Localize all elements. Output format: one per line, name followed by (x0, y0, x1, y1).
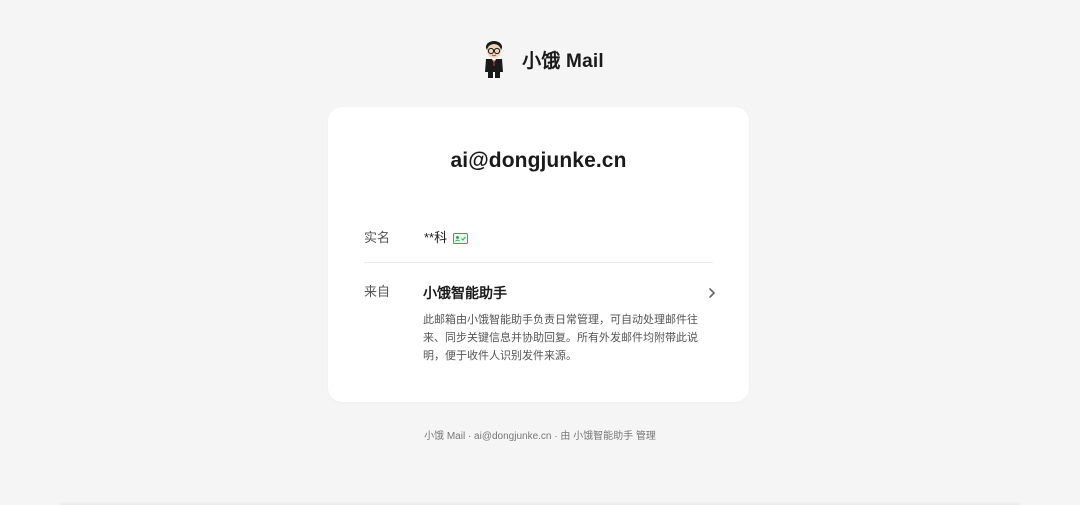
chevron-right-icon[interactable] (707, 286, 717, 300)
id-card-verified-icon (453, 232, 469, 244)
from-description: 此邮箱由小饿智能助手负责日常管理，可自动处理邮件往来、同步关键信息并协助回复。所… (423, 314, 698, 362)
brand-name: 小饿 Mail (522, 50, 604, 72)
email-address: ai@dongjunke.cn (450, 149, 627, 172)
from-title[interactable]: 小饿智能助手 (423, 283, 713, 303)
realname-row: 实名 **科 (364, 229, 713, 263)
realname-label: 实名 (364, 230, 391, 245)
footer-text: 小饿 Mail · ai@dongjunke.cn · 由 小饿智能助手 管理 (424, 431, 656, 442)
bottom-divider (60, 501, 1020, 505)
cartoon-avatar-icon (485, 41, 504, 78)
realname-value-group: **科 (424, 229, 469, 247)
brand-header: 小饿 Mail (0, 38, 1080, 80)
profile-card: ai@dongjunke.cn 实名 **科 来自 小饿智能助手 此邮箱由小饿智… (328, 107, 749, 402)
from-label: 来自 (364, 284, 391, 299)
from-row[interactable]: 来自 小饿智能助手 此邮箱由小饿智能助手负责日常管理，可自动处理邮件往来、同步关… (364, 283, 715, 365)
from-content[interactable]: 小饿智能助手 此邮箱由小饿智能助手负责日常管理，可自动处理邮件往来、同步关键信息… (423, 283, 715, 365)
realname-value: **科 (424, 230, 448, 245)
